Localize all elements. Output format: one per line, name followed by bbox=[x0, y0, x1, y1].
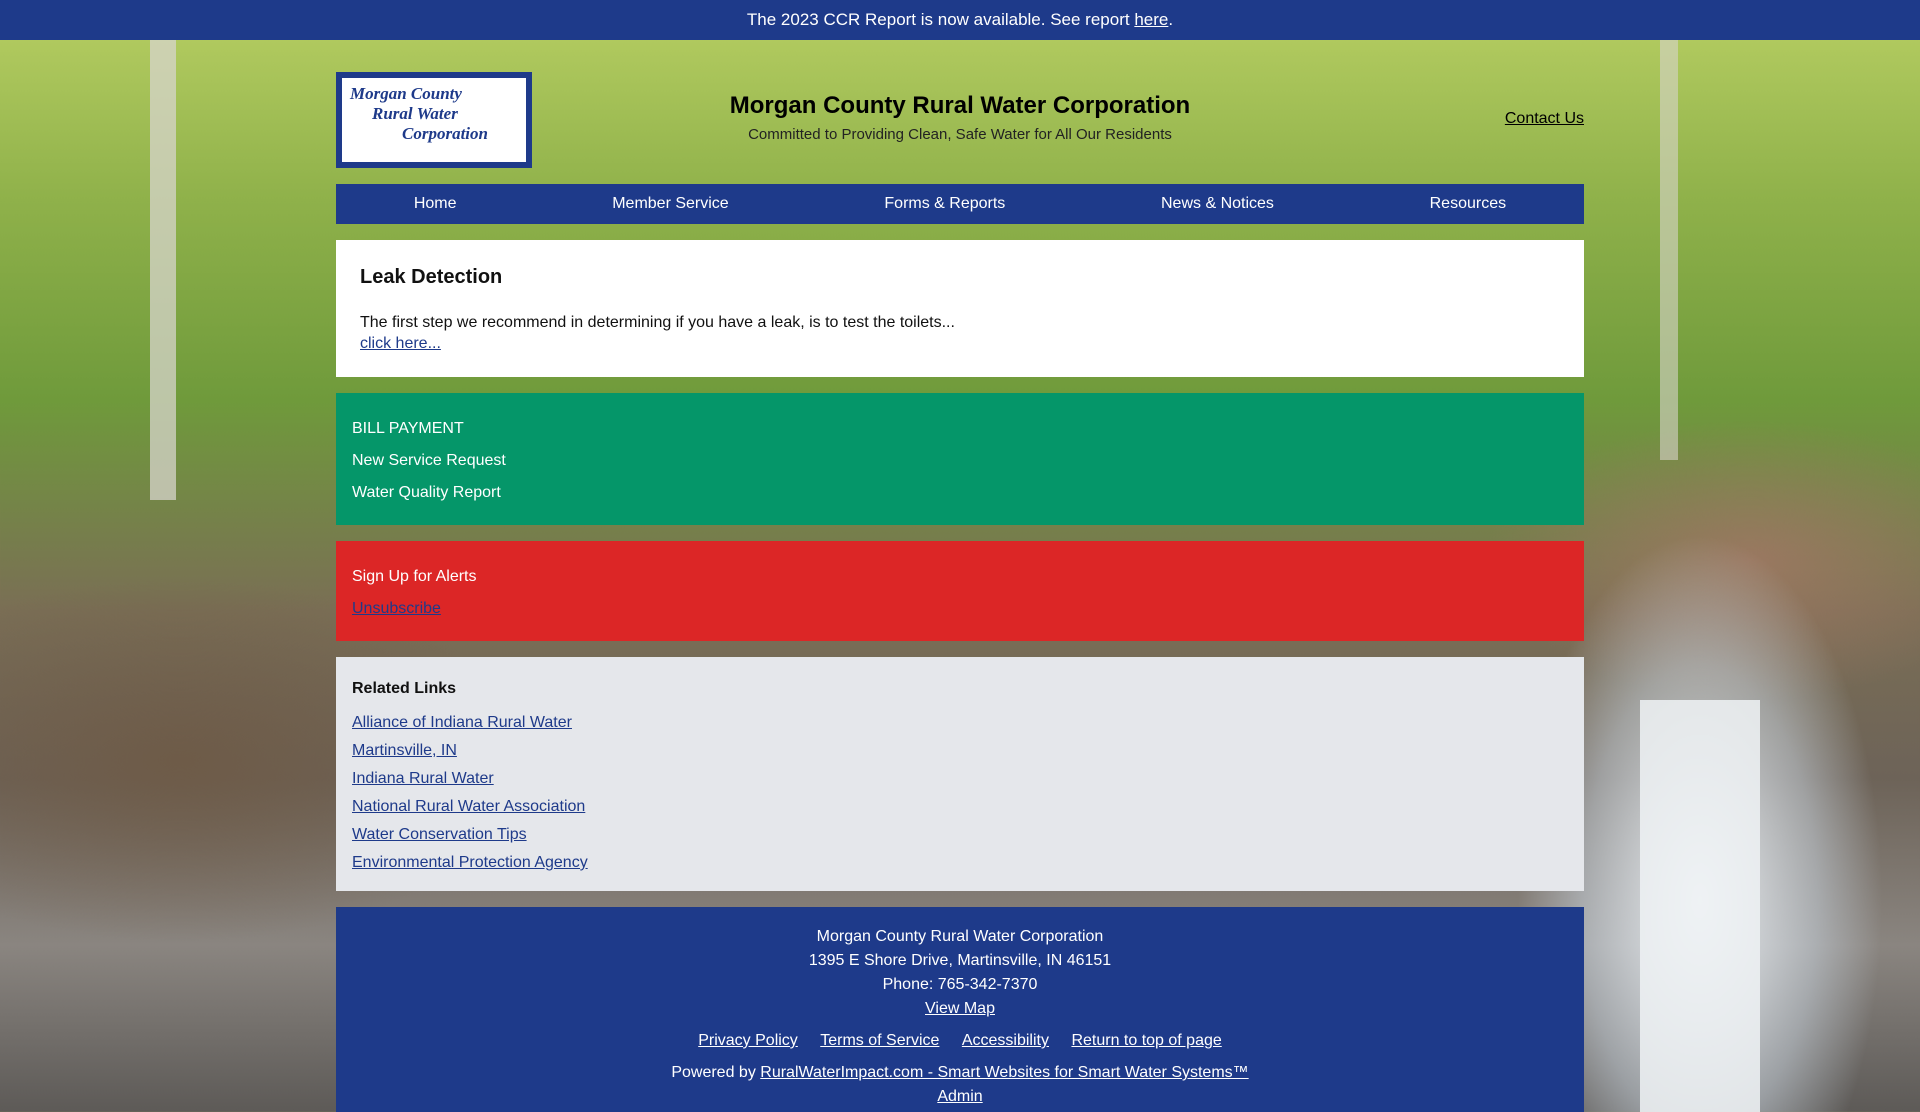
quick-links-panel: BILL PAYMENT New Service Request Water Q… bbox=[336, 393, 1584, 525]
related-links-panel: Related Links Alliance of Indiana Rural … bbox=[336, 657, 1584, 891]
announcement-bar: The 2023 CCR Report is now available. Se… bbox=[0, 0, 1920, 40]
leak-detection-panel: Leak Detection The first step we recomme… bbox=[336, 240, 1584, 377]
powered-by-prefix: Powered by bbox=[671, 1064, 761, 1081]
bill-payment-link[interactable]: BILL PAYMENT bbox=[352, 413, 1568, 445]
site-title: Morgan County Rural Water Corporation bbox=[729, 92, 1191, 119]
nav-item-news-notices[interactable]: News & Notices bbox=[1161, 195, 1274, 213]
leak-detection-title: Leak Detection bbox=[360, 266, 503, 288]
view-map-link[interactable]: View Map bbox=[925, 1000, 995, 1017]
announcement-text: The 2023 CCR Report is now available. Se… bbox=[746, 10, 1135, 29]
alerts-panel: Sign Up for Alerts Unsubscribe bbox=[336, 541, 1584, 641]
footer-org-name: Morgan County Rural Water Corporation bbox=[816, 928, 1104, 945]
footer-phone: Phone: 765-342-7370 bbox=[882, 976, 1038, 993]
background-tree-trunk bbox=[1660, 40, 1678, 460]
nav-item-home[interactable]: Home bbox=[414, 195, 457, 213]
powered-by: Powered by RuralWaterImpact.com - Smart … bbox=[352, 1061, 1568, 1085]
admin-link[interactable]: Admin bbox=[937, 1088, 982, 1105]
related-link[interactable]: Water Conservation Tips bbox=[352, 821, 1568, 849]
accessibility-link[interactable]: Accessibility bbox=[962, 1032, 1049, 1049]
water-quality-report-link[interactable]: Water Quality Report bbox=[352, 477, 1568, 509]
new-service-request-link[interactable]: New Service Request bbox=[352, 445, 1568, 477]
leak-detection-link[interactable]: click here... bbox=[360, 335, 441, 352]
related-link[interactable]: Martinsville, IN bbox=[352, 737, 1568, 765]
site-logo[interactable]: Morgan County Rural Water Corporation bbox=[336, 72, 532, 168]
site-tagline: Committed to Providing Clean, Safe Water… bbox=[748, 126, 1172, 143]
related-link[interactable]: Environmental Protection Agency bbox=[352, 849, 1568, 877]
announcement-suffix: . bbox=[1168, 10, 1174, 29]
policy-links: Privacy Policy Terms of Service Accessib… bbox=[352, 1029, 1568, 1053]
return-to-top-link[interactable]: Return to top of page bbox=[1071, 1032, 1221, 1049]
site-footer: Morgan County Rural Water Corporation 13… bbox=[336, 907, 1584, 1112]
nav-item-member-service[interactable]: Member Service bbox=[612, 195, 728, 213]
related-link[interactable]: National Rural Water Association bbox=[352, 793, 1568, 821]
footer-address: 1395 E Shore Drive, Martinsville, IN 461… bbox=[808, 952, 1112, 969]
leak-detection-body: The first step we recommend in determini… bbox=[360, 314, 955, 331]
announcement-link[interactable]: here bbox=[1134, 10, 1168, 29]
main-nav: Home Member Service Forms & Reports News… bbox=[336, 184, 1584, 224]
powered-by-link[interactable]: RuralWaterImpact.com - Smart Websites fo… bbox=[760, 1064, 1248, 1081]
terms-of-service-link[interactable]: Terms of Service bbox=[820, 1032, 939, 1049]
privacy-policy-link[interactable]: Privacy Policy bbox=[698, 1032, 798, 1049]
related-link[interactable]: Indiana Rural Water bbox=[352, 765, 1568, 793]
site-header: Morgan County Rural Water Corporation Mo… bbox=[336, 40, 1584, 184]
background-waterfall bbox=[1640, 700, 1760, 1112]
logo-text: Morgan County Rural Water Corporation bbox=[342, 78, 526, 162]
sign-up-alerts-link[interactable]: Sign Up for Alerts bbox=[352, 561, 1568, 593]
unsubscribe-link[interactable]: Unsubscribe bbox=[352, 593, 1568, 625]
nav-item-resources[interactable]: Resources bbox=[1430, 195, 1506, 213]
nav-item-forms-reports[interactable]: Forms & Reports bbox=[884, 195, 1005, 213]
main-container: Morgan County Rural Water Corporation Mo… bbox=[336, 40, 1584, 1112]
related-link[interactable]: Alliance of Indiana Rural Water bbox=[352, 709, 1568, 737]
contact-us-link[interactable]: Contact Us bbox=[1505, 110, 1584, 128]
background-tree-trunk bbox=[150, 40, 176, 500]
page-body: { "announcement": { "text": "The 2023 CC… bbox=[0, 0, 1920, 1112]
related-links-title: Related Links bbox=[352, 680, 457, 697]
